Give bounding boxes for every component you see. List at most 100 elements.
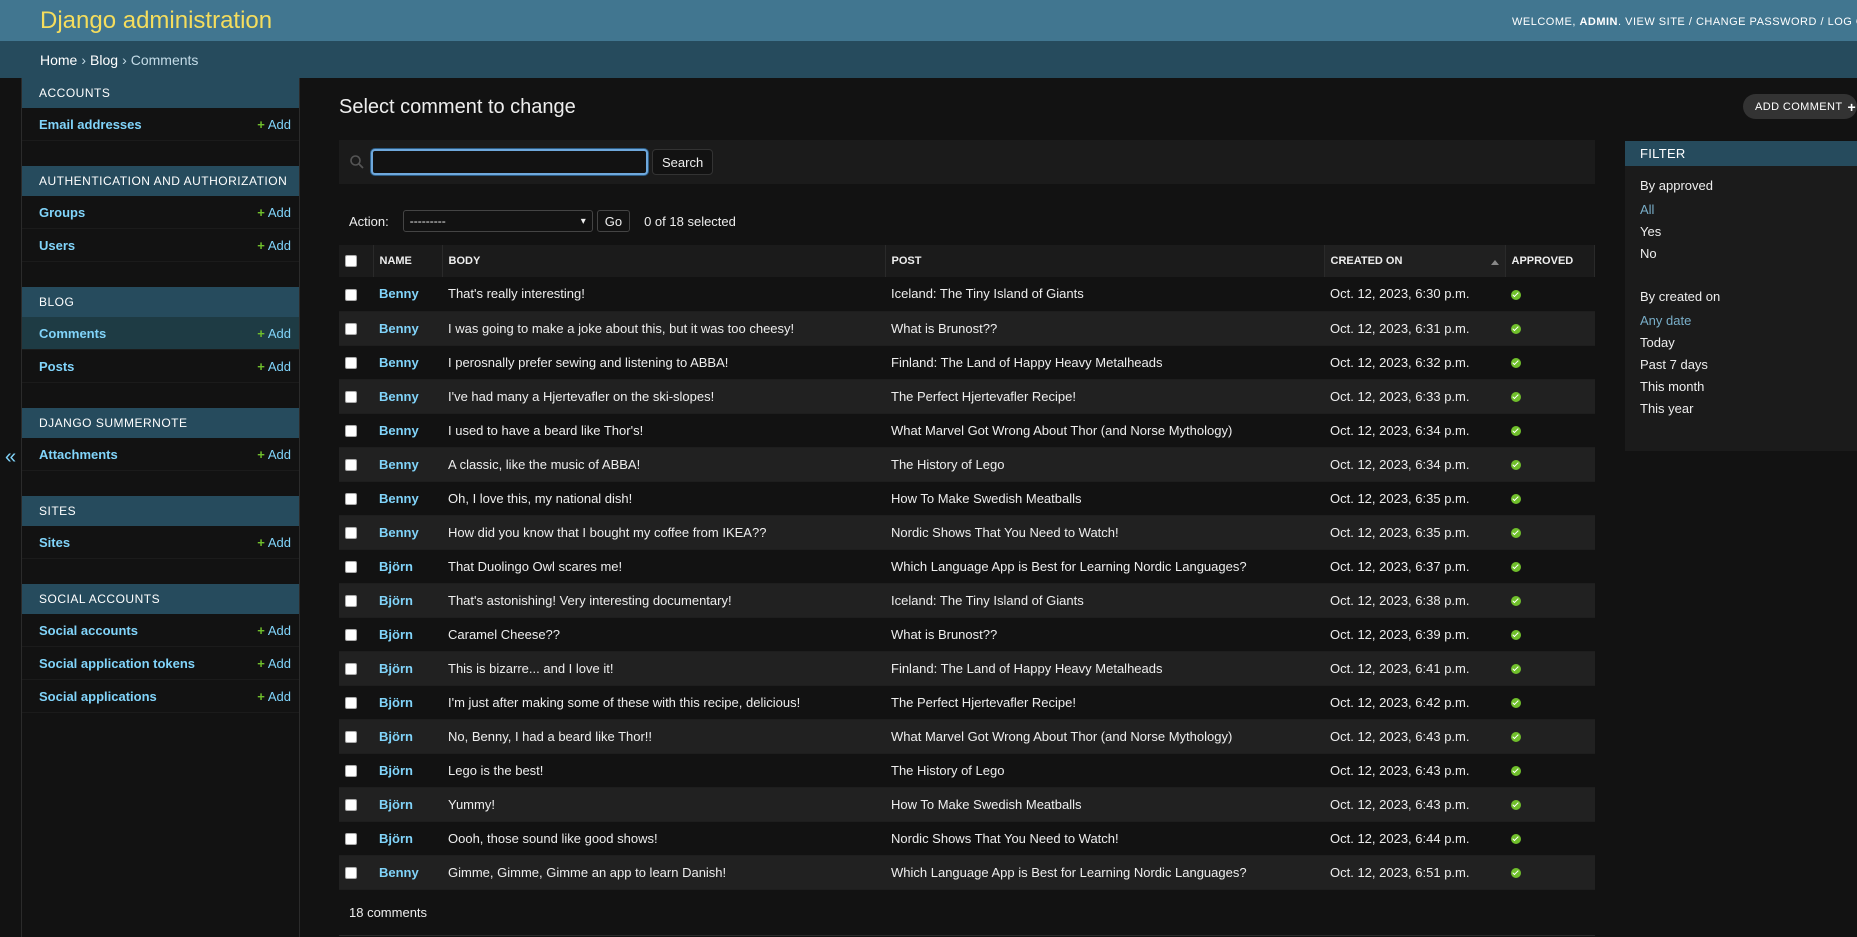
select-all-checkbox[interactable] [345,255,357,268]
breadcrumb-home[interactable]: Home [40,52,77,68]
row-name-link[interactable]: Björn [379,763,413,778]
search-input[interactable] [371,149,648,175]
sidebar-add-link[interactable]: + Add [257,117,291,132]
row-checkbox[interactable] [345,288,357,301]
action-select[interactable]: --------- ▾ [402,210,593,232]
row-name-link[interactable]: Benny [379,423,419,438]
sidebar-item-link[interactable]: Social accounts [39,623,138,638]
sidebar-item-link[interactable]: Posts [39,359,74,374]
site-header: Django administration Welcome, admin. Vi… [0,0,1857,41]
row-checkbox[interactable] [345,391,357,404]
sidebar-item-link[interactable]: Email addresses [39,117,142,132]
sidebar-add-link[interactable]: + Add [257,205,291,220]
row-name-link[interactable]: Benny [379,321,419,336]
row-name-link[interactable]: Benny [379,525,419,540]
filter-option[interactable]: All [1640,199,1842,221]
sidebar-add-link[interactable]: + Add [257,656,291,671]
sidebar-add-link[interactable]: + Add [257,689,291,704]
sidebar-module-caption[interactable]: Django Summernote [22,408,299,438]
row-name-link[interactable]: Björn [379,627,413,642]
plus-icon: + [257,622,265,638]
row-checkbox[interactable] [345,425,357,438]
filter-option[interactable]: Past 7 days [1640,354,1842,376]
row-name-link[interactable]: Björn [379,831,413,846]
column-header-approved[interactable]: Approved [1505,245,1595,277]
row-approved-cell [1505,787,1595,822]
sidebar-module-caption[interactable]: Authentication and Authorization [22,166,299,196]
row-created-cell: Oct. 12, 2023, 6:43 p.m. [1324,753,1505,788]
site-branding[interactable]: Django administration [40,7,272,35]
row-checkbox[interactable] [345,629,357,642]
row-name-link[interactable]: Björn [379,729,413,744]
filter-option[interactable]: No [1640,243,1842,265]
row-checkbox[interactable] [345,595,357,608]
row-checkbox[interactable] [345,765,357,778]
row-name-link[interactable]: Björn [379,661,413,676]
filter-groups: By approved All Yes No By created on Any date… [1625,166,1857,420]
sidebar-add-link[interactable]: + Add [257,359,291,374]
plus-icon: + [257,237,265,253]
sidebar-add-link[interactable]: + Add [257,326,291,341]
row-checkbox[interactable] [345,833,357,846]
row-checkbox[interactable] [345,731,357,744]
row-checkbox[interactable] [345,799,357,812]
filter-option[interactable]: Any date [1640,310,1842,332]
row-name-link[interactable]: Björn [379,559,413,574]
filter-option[interactable]: This year [1640,398,1842,420]
plus-icon: + [257,655,265,671]
row-name-link[interactable]: Benny [379,457,419,472]
column-header-created-on[interactable]: Created on [1324,245,1506,277]
row-checkbox[interactable] [345,493,357,506]
row-checkbox[interactable] [345,663,357,676]
row-checkbox[interactable] [345,357,357,370]
column-header-post[interactable]: Post [885,245,1325,277]
change-password-link[interactable]: Change password [1695,15,1817,28]
filter-option[interactable]: This month [1640,376,1842,398]
row-name-link[interactable]: Björn [379,797,413,812]
row-name-link[interactable]: Benny [379,389,419,404]
sidebar-item-link[interactable]: Social application tokens [39,656,195,671]
row-name-cell: Björn [373,753,442,788]
column-header-body[interactable]: Body [442,245,886,277]
row-created-cell: Oct. 12, 2023, 6:34 p.m. [1324,413,1505,448]
sidebar-item-link[interactable]: Social applications [39,689,157,704]
row-checkbox[interactable] [345,697,357,710]
sidebar-item-link[interactable]: Attachments [39,447,118,462]
sidebar-add-link[interactable]: + Add [257,535,291,550]
row-name-link[interactable]: Benny [379,491,419,506]
row-name-link[interactable]: Björn [379,593,413,608]
sidebar-module-caption[interactable]: Accounts [22,78,299,108]
row-checkbox[interactable] [345,561,357,574]
row-name-link[interactable]: Björn [379,695,413,710]
sidebar-module: Sites Sites + Add [22,496,299,559]
log-out-link[interactable]: Log out [1827,15,1857,28]
sidebar-add-link[interactable]: + Add [257,623,291,638]
sidebar-toggle-button[interactable]: « [0,78,22,937]
add-comment-button[interactable]: Add Comment + [1743,94,1857,119]
breadcrumb-blog[interactable]: Blog [90,52,118,68]
row-name-link[interactable]: Benny [379,286,419,301]
go-button[interactable]: Go [596,210,631,232]
sidebar-item-link[interactable]: Comments [39,326,106,341]
sort-ascending-icon[interactable] [1490,260,1499,265]
row-checkbox[interactable] [345,323,357,336]
sidebar-item-link[interactable]: Groups [39,205,85,220]
sidebar-module-caption[interactable]: Sites [22,496,299,526]
sidebar-module-caption[interactable]: Blog [22,287,299,317]
sidebar-item-link[interactable]: Users [39,238,75,253]
view-site-link[interactable]: View site [1625,15,1686,28]
column-header-name[interactable]: Name [373,245,443,277]
row-name-link[interactable]: Benny [379,355,419,370]
sidebar-module-caption[interactable]: Social Accounts [22,584,299,614]
search-button[interactable]: Search [652,149,714,175]
row-checkbox[interactable] [345,867,357,880]
sidebar-add-link[interactable]: + Add [257,238,291,253]
sidebar-item-link[interactable]: Sites [39,535,70,550]
table-row: Björn This is bizarre... and I love it! Fi… [339,651,1595,686]
filter-option[interactable]: Yes [1640,221,1842,243]
row-name-link[interactable]: Benny [379,865,419,880]
row-checkbox[interactable] [345,459,357,472]
filter-option[interactable]: Today [1640,332,1842,354]
row-checkbox[interactable] [345,527,357,540]
sidebar-add-link[interactable]: + Add [257,447,291,462]
